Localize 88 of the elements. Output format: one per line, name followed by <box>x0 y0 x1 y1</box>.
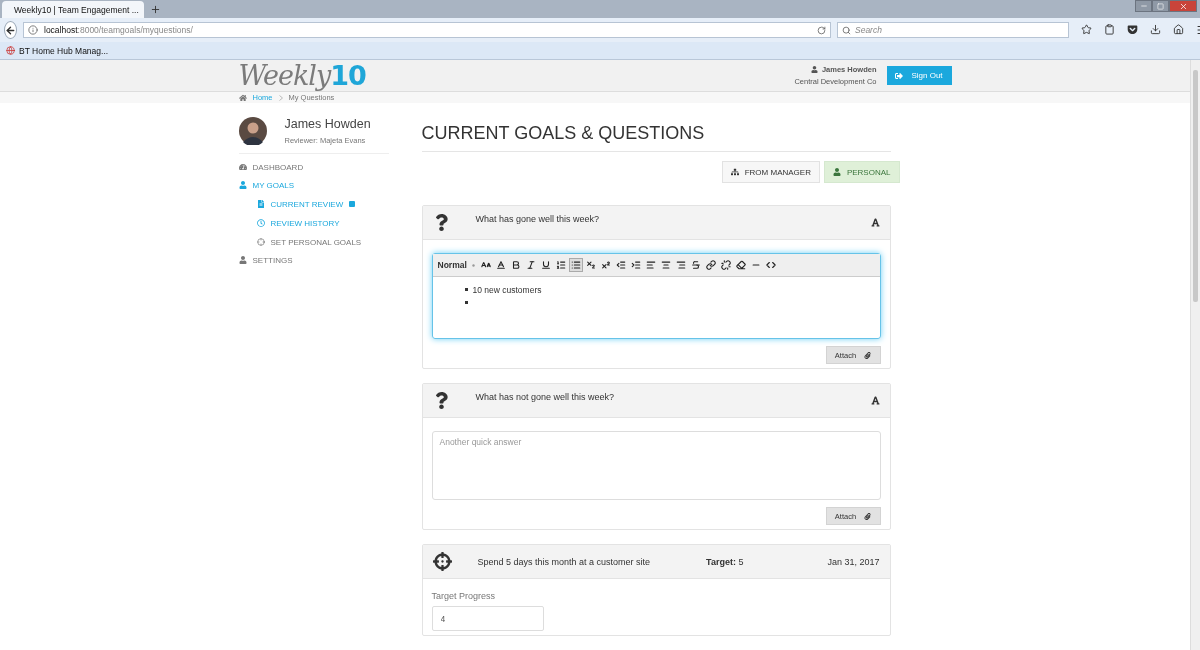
goal-text: Spend 5 days this month at a customer site <box>477 556 651 567</box>
page-title: CURRENT GOALS & QUESTIONS <box>421 123 891 152</box>
answer-field[interactable]: Another quick answer <box>431 431 881 500</box>
size-icon <box>480 260 491 270</box>
bullet-icon <box>464 301 468 304</box>
new-tab-icon[interactable] <box>150 4 161 15</box>
rich-text-editor[interactable]: Normal 10 new customers <box>431 253 881 339</box>
chevron-icon <box>278 94 283 101</box>
back-button[interactable] <box>4 21 17 39</box>
unlink-button[interactable] <box>718 258 733 272</box>
bookmark-star-icon[interactable] <box>1081 24 1092 35</box>
link-button[interactable] <box>703 258 718 272</box>
nav-link[interactable]: REVIEW HISTORY <box>238 214 422 232</box>
crosshair-icon <box>256 238 265 246</box>
address-bar[interactable]: localhost:8000/teamgoals/myquestions/ <box>23 22 831 38</box>
filter-button[interactable]: FROM MANAGER <box>721 161 820 183</box>
close-button[interactable] <box>1169 0 1197 12</box>
eraser-button[interactable] <box>733 258 748 272</box>
goal-target: Target: 5 <box>706 556 744 567</box>
nav-link[interactable]: DASHBOARD <box>238 158 422 176</box>
outdent-icon <box>615 260 626 270</box>
eraser-icon <box>735 260 746 270</box>
clock-icon <box>256 219 265 227</box>
italic-icon <box>525 260 536 270</box>
document-icon <box>256 200 265 208</box>
bullets-icon <box>570 260 581 270</box>
right-icon <box>675 260 686 270</box>
paperclip-icon <box>864 351 872 359</box>
text-format-icon[interactable] <box>870 218 880 227</box>
restore-button[interactable] <box>1152 0 1169 12</box>
hierarchy-icon <box>730 168 739 176</box>
question-text: What has gone well this week? <box>475 214 600 224</box>
crosshairs-icon <box>432 552 452 571</box>
text-format-icon[interactable] <box>870 396 880 405</box>
nav-link[interactable]: SET PERSONAL GOALS <box>238 233 422 251</box>
superscript-icon <box>600 260 611 270</box>
logo[interactable]: Weekly10 <box>238 60 366 91</box>
user-icon <box>832 168 841 176</box>
color-icon <box>495 260 506 270</box>
pocket-icon[interactable] <box>1127 24 1138 35</box>
reload-icon[interactable] <box>817 25 826 35</box>
progress-field[interactable]: 4 <box>431 606 544 631</box>
user-icon <box>810 66 818 73</box>
caret-icon <box>471 263 475 267</box>
profile-name: James Howden <box>284 117 371 131</box>
nav-link[interactable]: SETTINGS <box>238 251 422 269</box>
indicator-icon <box>349 201 356 207</box>
search-field[interactable]: Search <box>837 22 1069 38</box>
home-icon <box>238 93 247 102</box>
bookmark-link[interactable]: BT Home Hub Manag... <box>19 45 109 56</box>
sign-out-icon <box>895 71 904 80</box>
filter-button[interactable]: PERSONAL <box>823 161 900 183</box>
sign-out-button[interactable]: Sign Out <box>886 66 952 85</box>
indent-icon <box>630 260 641 270</box>
download-icon[interactable] <box>1150 24 1161 35</box>
bold-icon <box>510 260 521 270</box>
bullets-button[interactable] <box>568 258 583 272</box>
user-icon <box>238 256 247 264</box>
field-label: Target Progress <box>431 591 497 601</box>
subscript-icon <box>585 260 596 270</box>
user-icon <box>238 181 247 189</box>
scrollbar[interactable] <box>1190 60 1200 650</box>
restore-icon <box>1157 2 1164 10</box>
search-icon <box>842 25 851 35</box>
center-icon <box>660 260 671 270</box>
nav-link[interactable]: CURRENT REVIEW <box>238 195 422 213</box>
clipboard-icon[interactable] <box>1104 24 1115 35</box>
dashboard-icon <box>238 163 247 171</box>
list-item: 10 new customers <box>472 284 542 295</box>
avatar <box>238 117 267 145</box>
bullet-icon <box>464 288 468 291</box>
minimize-icon <box>1139 2 1148 10</box>
unlink-icon <box>720 260 731 270</box>
question-text: What has not gone well this week? <box>475 392 615 402</box>
paperclip-icon <box>864 512 872 520</box>
browser-tab[interactable]: Weekly10 | Team Engagement ... <box>2 1 144 18</box>
format-dropdown[interactable]: Normal <box>437 260 478 270</box>
strike-icon <box>690 260 701 270</box>
underline-icon <box>540 260 551 270</box>
close-icon <box>1178 1 1188 11</box>
globe-icon <box>6 46 15 55</box>
nav-link[interactable]: MY GOALS <box>238 176 422 194</box>
code-icon <box>765 260 776 270</box>
home-icon[interactable] <box>1173 24 1184 35</box>
goal-date: Jan 31, 2017 <box>827 556 880 567</box>
link-icon <box>705 260 716 270</box>
left-icon <box>645 260 656 270</box>
ordered-icon <box>555 260 566 270</box>
